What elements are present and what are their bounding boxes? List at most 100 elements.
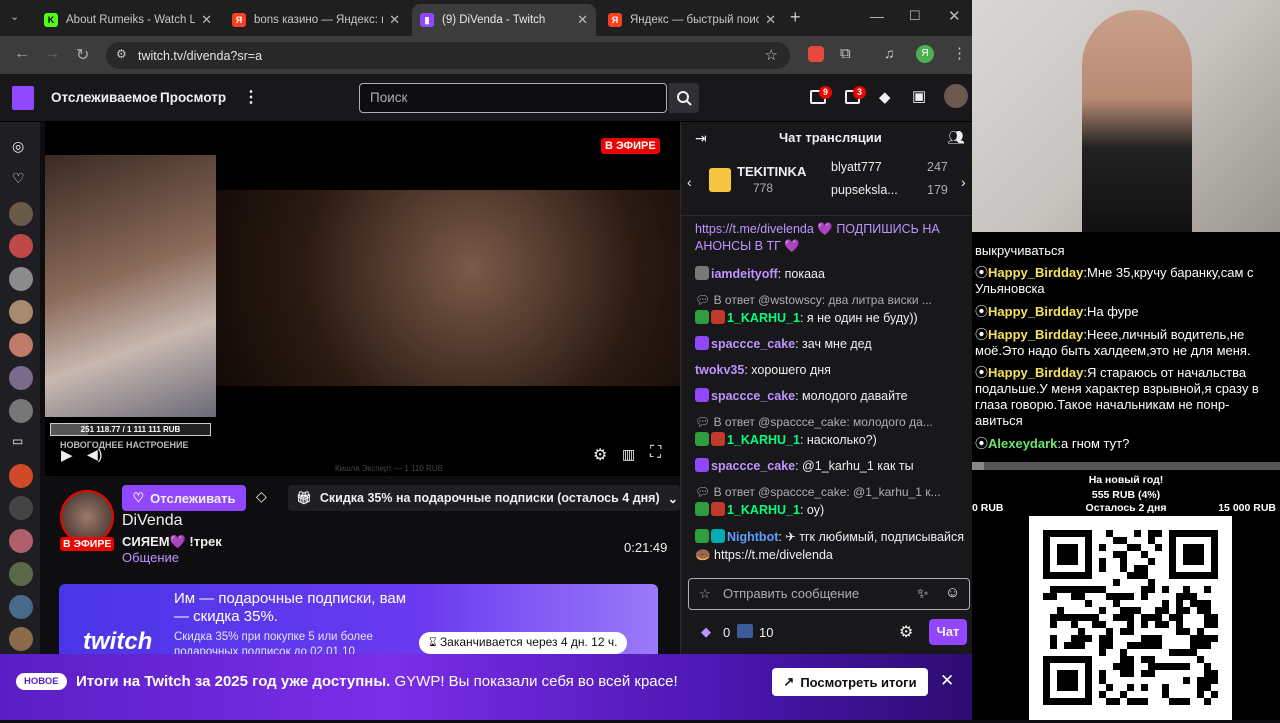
collapse-icon[interactable]: ◎ bbox=[12, 138, 24, 155]
badge-icon bbox=[695, 310, 709, 324]
twitch-logo-icon[interactable] bbox=[12, 86, 34, 110]
emote-icon[interactable]: ☺ bbox=[945, 584, 960, 601]
view-recap-button[interactable]: ↗ Посмотреть итоги bbox=[772, 668, 928, 696]
fullscreen-icon[interactable]: ⛶ bbox=[650, 444, 661, 462]
message-text: : оу) bbox=[799, 503, 825, 517]
puzzle-icon[interactable]: ⧉ bbox=[840, 45, 851, 62]
channel-avatar[interactable] bbox=[9, 267, 33, 291]
inbox-icon[interactable]: 9 bbox=[810, 86, 832, 104]
stream-category[interactable]: Общение bbox=[122, 550, 179, 565]
gift-sub-button[interactable]: 🎁︎ Скидка 35% на подарочные подписки (ос… bbox=[288, 485, 680, 511]
kick-icon: K bbox=[44, 13, 58, 27]
bookmark-star-icon[interactable]: ☆ bbox=[765, 46, 778, 64]
camera-icon[interactable]: ▭ bbox=[12, 434, 23, 448]
extension-icon[interactable] bbox=[808, 46, 824, 62]
chevron-right-icon[interactable]: › bbox=[961, 174, 966, 190]
search-button[interactable] bbox=[669, 83, 699, 113]
chevron-left-icon[interactable]: ‹ bbox=[687, 174, 692, 190]
user-avatar[interactable] bbox=[944, 84, 968, 108]
bits-button[interactable]: ◇ bbox=[256, 488, 267, 505]
collapse-chat-icon[interactable]: ⇥ bbox=[695, 130, 707, 147]
channel-avatar[interactable] bbox=[9, 202, 33, 226]
nav-following[interactable]: Отслеживаемое bbox=[51, 90, 158, 105]
notifications-icon[interactable]: 3 bbox=[845, 86, 866, 104]
channel-avatar-large[interactable] bbox=[60, 490, 114, 544]
chat-username[interactable]: spaccce_cake bbox=[711, 337, 795, 351]
chat-username[interactable]: 1_KARHU_1 bbox=[727, 433, 800, 447]
more-icon[interactable]: ⋮ bbox=[243, 87, 259, 107]
sparkle-icon[interactable]: ✨︎ bbox=[917, 585, 929, 602]
chat-input[interactable]: ☆ Отправить сообщение ✨︎ ☺ bbox=[688, 578, 970, 610]
channel-avatar[interactable] bbox=[9, 234, 33, 258]
media-icon[interactable]: ♫ bbox=[884, 45, 895, 61]
profile-avatar[interactable]: Я bbox=[916, 45, 934, 63]
chat-message: 1_KARHU_1: я не один не буду)) bbox=[695, 310, 967, 326]
follow-label: Отслеживать bbox=[150, 490, 236, 506]
close-icon[interactable]: ✕ bbox=[765, 12, 776, 28]
promo-timer: ⌛︎ Заканчивается через 4 дн. 12 ч. bbox=[419, 632, 628, 654]
play-icon[interactable]: ▶ bbox=[61, 446, 73, 464]
settings-icon[interactable]: ⚙ bbox=[593, 445, 607, 465]
person-silhouette bbox=[1082, 10, 1192, 232]
channel-avatar[interactable] bbox=[9, 399, 33, 423]
video-player[interactable]: В ЭФИРЕ 251 118.77 / 1 111 111 RUB НОВОГ… bbox=[45, 122, 680, 476]
browser-tab-1[interactable]: K About Rumeiks - Watch Live ✕ bbox=[36, 4, 220, 36]
volume-icon[interactable]: ◀) bbox=[87, 446, 102, 463]
channel-avatar[interactable] bbox=[9, 529, 33, 553]
video-content bbox=[216, 190, 680, 386]
browser-tab-4[interactable]: Я Яндекс — быстрый поиск в инте ✕ bbox=[600, 4, 784, 36]
channel-avatar[interactable] bbox=[9, 562, 33, 586]
nav-browse[interactable]: Просмотр bbox=[160, 90, 226, 105]
browser-tab-2[interactable]: Я bons казино — Яндекс: нашлось ✕ bbox=[224, 4, 408, 36]
channel-avatar[interactable] bbox=[9, 333, 33, 357]
close-icon[interactable]: ✕ bbox=[389, 12, 400, 28]
channel-avatar[interactable] bbox=[9, 300, 33, 324]
bits-icon[interactable]: ◆ bbox=[879, 88, 891, 106]
follow-button[interactable]: ♡ Отслеживать bbox=[122, 485, 246, 511]
chat-send-button[interactable]: Чат bbox=[929, 619, 967, 645]
minimize-button[interactable]: — bbox=[870, 8, 884, 24]
channel-avatar[interactable] bbox=[9, 627, 33, 651]
forward-icon[interactable]: → bbox=[44, 45, 60, 63]
chat-username[interactable]: spaccce_cake bbox=[711, 389, 795, 403]
chat-username[interactable]: spaccce_cake bbox=[711, 459, 795, 473]
star-icon[interactable]: ☆ bbox=[699, 586, 711, 602]
channel-avatar[interactable] bbox=[9, 496, 33, 520]
channel-avatar[interactable] bbox=[9, 366, 33, 390]
chat-message: 1_KARHU_1: насколько?) bbox=[695, 432, 967, 448]
badge-icon bbox=[695, 388, 709, 402]
maximize-button[interactable]: ☐ bbox=[909, 8, 921, 24]
theatre-mode-icon[interactable]: ▥ bbox=[622, 446, 635, 463]
hourglass-icon: ⌛︎ bbox=[429, 635, 437, 649]
channel-points-icon[interactable] bbox=[737, 624, 753, 638]
search-input[interactable]: Поиск bbox=[359, 83, 667, 113]
chat-settings-icon[interactable]: ⚙ bbox=[899, 622, 913, 642]
tab-search-button[interactable]: ⌄ bbox=[10, 10, 19, 23]
close-icon[interactable]: ✕ bbox=[201, 12, 212, 28]
browser-tab-3[interactable]: ▮ (9) DiVenda - Twitch ✕ bbox=[412, 4, 596, 36]
close-icon[interactable]: ✕ bbox=[940, 671, 954, 691]
channel-avatar[interactable] bbox=[9, 464, 33, 488]
site-info-icon[interactable]: ⚙ bbox=[116, 47, 127, 61]
chat-username[interactable]: 1_KARHU_1 bbox=[727, 311, 800, 325]
heart-icon[interactable]: ♡ bbox=[12, 170, 25, 187]
url-field[interactable]: ⚙ twitch.tv/divenda?sr=a ☆ bbox=[106, 42, 790, 69]
chat-username[interactable]: Nightbot bbox=[727, 530, 778, 544]
promo-card[interactable]: twitch Им — подарочные подписки, вам — с… bbox=[59, 584, 658, 654]
window-close-button[interactable]: ✕ bbox=[948, 7, 961, 25]
badge-icon bbox=[695, 502, 709, 516]
close-icon[interactable]: ✕ bbox=[577, 12, 588, 28]
chat-username[interactable]: twokv35 bbox=[695, 363, 744, 377]
prime-icon[interactable]: ▣ bbox=[912, 87, 926, 105]
channel-avatar[interactable] bbox=[9, 595, 33, 619]
new-tab-button[interactable]: + bbox=[790, 7, 801, 28]
recap-banner[interactable]: НОВОЕ Итоги на Twitch за 2025 год уже до… bbox=[0, 654, 972, 720]
channel-name[interactable]: DiVenda bbox=[122, 512, 183, 530]
users-icon[interactable]: 👥︎ bbox=[947, 129, 965, 146]
chat-username[interactable]: iamdeityoff bbox=[711, 267, 778, 281]
reload-icon[interactable]: ↻ bbox=[76, 45, 89, 65]
chat-username[interactable]: 1_KARHU_1 bbox=[727, 503, 800, 517]
back-icon[interactable]: ← bbox=[14, 45, 30, 63]
tab-title: bons казино — Яндекс: нашлось bbox=[254, 14, 383, 26]
browser-menu-icon[interactable]: ⋮ bbox=[952, 44, 967, 62]
